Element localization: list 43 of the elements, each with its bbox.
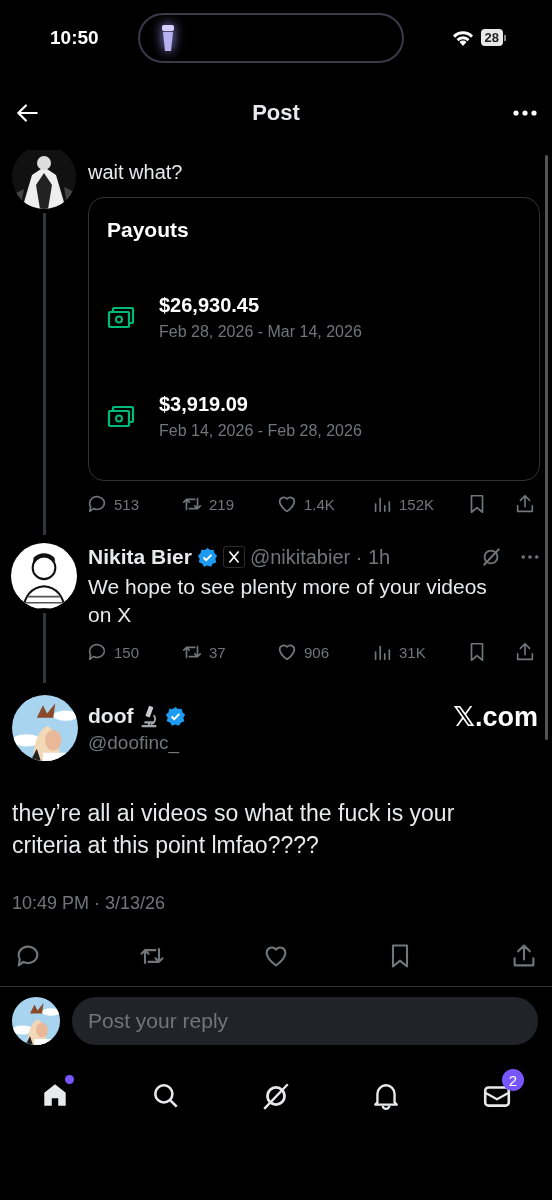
share-icon [514,641,536,663]
bar-chart-button[interactable]: 31K [371,641,466,663]
post-text: wait what? [88,160,184,185]
speech-bubble-button[interactable]: 513 [86,493,181,515]
heart-button[interactable]: 1.4K [276,493,371,515]
speech-bubble-icon [86,641,108,663]
post-text: they’re all ai videos so what the fuck is your criteria at this point lmfao???? [12,799,456,860]
more-button[interactable] [512,108,538,117]
notification-count: 2 [501,1069,524,1091]
money-icon [107,305,135,330]
more-icon [512,108,538,117]
payout-period: Feb 28, 2026 - Mar 14, 2026 [159,323,362,341]
wifi-icon [450,28,475,47]
payout-amount: $3,919.09 [159,393,249,416]
speech-bubble-button[interactable]: 150 [86,641,181,663]
post-timestamp: 10:49 PM · 3/13/26 [12,893,167,914]
heart-button[interactable]: 906 [276,641,371,663]
repost-button[interactable]: 37 [181,641,276,663]
slashed-circle-icon [261,1081,291,1111]
author-handle[interactable]: @nikitabier · 1h [249,545,391,569]
clock-time: 10:50 [50,26,100,49]
author-handle[interactable]: @doofinc_ [88,732,187,754]
author-name[interactable]: Nikita Bier [88,545,192,569]
post-text: We hope to see plenty more of your videos on X [88,574,488,628]
share-button[interactable] [514,641,536,663]
money-icon [107,404,135,429]
scrollbar[interactable] [545,155,548,740]
website-link[interactable]: 𝕏.com [453,701,538,733]
more-icon[interactable] [520,554,540,560]
author-name[interactable]: doof [88,704,134,728]
repost-button[interactable]: 219 [181,493,276,515]
payout-amount: $26,930.45 [159,294,261,317]
card-title: Payouts [107,218,190,242]
payout-period: Feb 14, 2026 - Feb 28, 2026 [159,422,362,440]
share-button[interactable] [514,493,536,515]
battery-level: 28 [480,29,503,46]
slashed-circle-icon [480,546,502,568]
mail-tab[interactable]: 2 [469,1069,524,1123]
share-icon [514,493,536,515]
page-title: Post [252,99,300,126]
speech-bubble-icon [86,493,108,515]
bar-chart-button[interactable]: 152K [371,493,466,515]
reply-field[interactable]: Post your reply [72,997,538,1045]
